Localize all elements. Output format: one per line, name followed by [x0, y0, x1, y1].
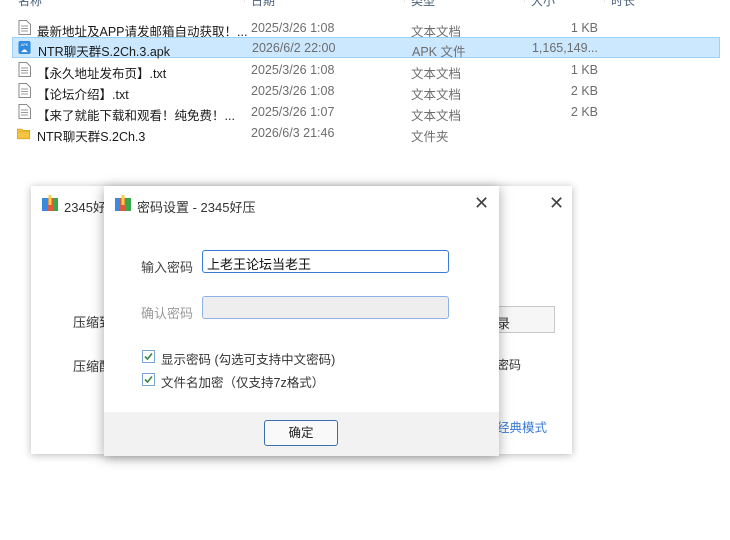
close-icon[interactable]: ✕	[549, 193, 564, 214]
ok-button[interactable]: 确定	[264, 420, 338, 446]
file-size: 2 KB	[570, 84, 598, 98]
text-file-icon	[18, 62, 31, 77]
file-list-header: 名称 日期 类型 大小 时长	[0, 0, 730, 9]
file-date: 2026/6/2 22:00	[252, 41, 336, 55]
checkmark-icon	[144, 375, 153, 384]
column-header-name[interactable]: 名称	[18, 0, 42, 9]
close-icon[interactable]: ✕	[474, 193, 489, 214]
show-password-checkbox[interactable]	[142, 350, 155, 363]
file-type: APK 文件	[412, 45, 466, 59]
apk-file-icon: APK	[18, 41, 31, 54]
file-row[interactable]: 【论坛介绍】.txt 2025/3/26 1:08 文本文档 2 KB	[12, 80, 720, 102]
column-divider[interactable]	[524, 0, 525, 2]
file-size: 2 KB	[570, 105, 598, 119]
password-link[interactable]: 密码	[497, 356, 521, 373]
file-date: 2025/3/26 1:08	[251, 63, 335, 77]
file-row[interactable]: 【永久地址发布页】.txt 2025/3/26 1:08 文本文档 1 KB	[12, 59, 720, 81]
file-type: 文件夹	[411, 130, 449, 144]
file-row[interactable]: 【来了就能下载和观看！纯免费！... 2025/3/26 1:07 文本文档 2…	[12, 101, 720, 123]
file-size: 1,165,149...	[531, 41, 598, 55]
text-file-icon	[18, 104, 31, 119]
2345-haozip-icon	[115, 195, 131, 211]
column-divider[interactable]	[244, 0, 245, 2]
2345-haozip-icon	[42, 195, 58, 211]
confirm-password-label: 确认密码	[141, 306, 194, 321]
file-row[interactable]: 最新地址及APP请发邮箱自动获取！... 2025/3/26 1:08 文本文档…	[12, 17, 720, 39]
show-password-label[interactable]: 显示密码 (勾选可支持中文密码)	[161, 349, 335, 368]
dialog-title: 密码设置 - 2345好压	[137, 200, 256, 215]
file-date: 2026/6/3 21:46	[251, 126, 335, 140]
file-date: 2025/3/26 1:08	[251, 84, 335, 98]
file-row-selected[interactable]: APK NTR聊天群S.2Ch.3.apk 2026/6/2 22:00 APK…	[12, 37, 720, 59]
column-header-date[interactable]: 日期	[251, 0, 275, 9]
column-header-duration[interactable]: 时长	[611, 0, 635, 9]
file-name: NTR聊天群S.2Ch.3	[37, 130, 146, 144]
checkmark-icon	[144, 352, 153, 361]
encrypt-filenames-label[interactable]: 文件名加密（仅支持7z格式）	[161, 372, 324, 391]
file-date: 2025/3/26 1:07	[251, 105, 335, 119]
password-dialog: 密码设置 - 2345好压 ✕ 输入密码 上老王论坛当老王 确认密码 显示密码 …	[104, 186, 499, 456]
file-row[interactable]: NTR聊天群S.2Ch.3 2026/6/3 21:46 文件夹	[12, 122, 720, 144]
column-header-size[interactable]: 大小	[531, 0, 555, 9]
file-name: NTR聊天群S.2Ch.3.apk	[38, 45, 170, 59]
file-size: 1 KB	[570, 63, 598, 77]
text-file-icon	[18, 20, 31, 35]
column-divider[interactable]	[404, 0, 405, 2]
file-size: 1 KB	[570, 21, 598, 35]
svg-text:APK: APK	[21, 43, 29, 47]
column-divider[interactable]	[604, 0, 605, 2]
classic-mode-link[interactable]: 经典模式	[497, 417, 547, 436]
encrypt-filenames-checkbox[interactable]	[142, 373, 155, 386]
folder-icon	[17, 128, 30, 140]
text-file-icon	[18, 83, 31, 98]
password-label: 输入密码	[141, 260, 194, 275]
column-header-type[interactable]: 类型	[411, 0, 435, 9]
confirm-password-input[interactable]	[202, 296, 449, 319]
password-input[interactable]: 上老王论坛当老王	[202, 250, 449, 273]
file-date: 2025/3/26 1:08	[251, 21, 335, 35]
